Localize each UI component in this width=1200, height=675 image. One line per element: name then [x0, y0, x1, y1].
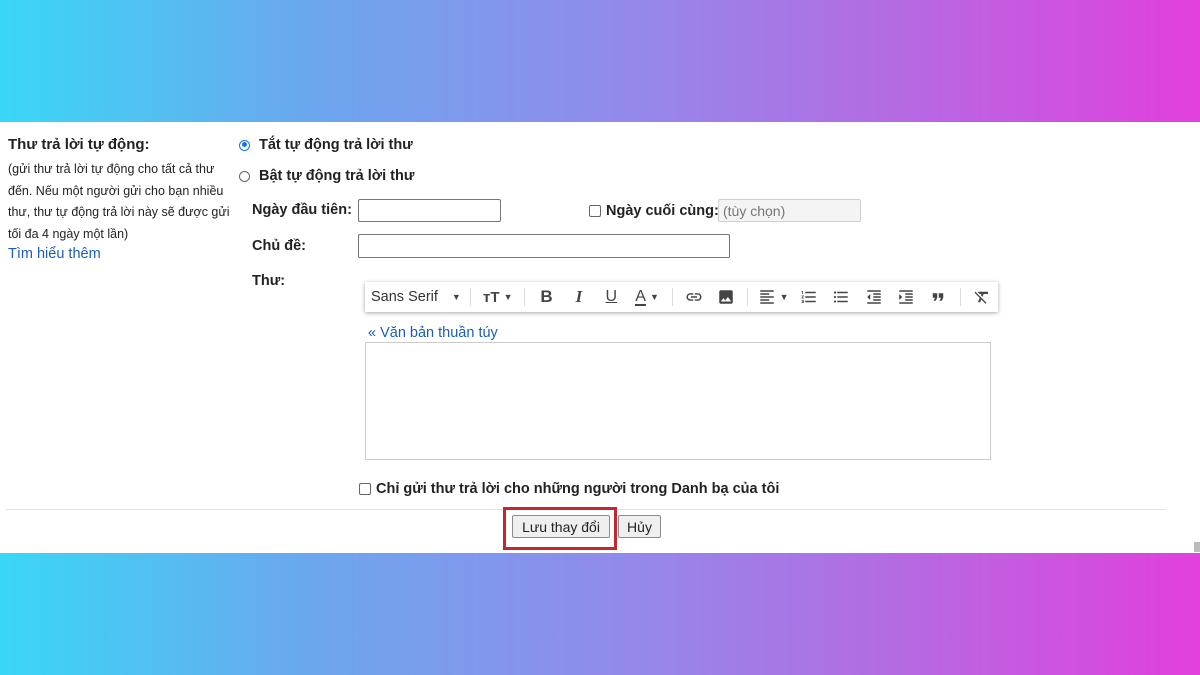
italic-button[interactable]: I — [563, 282, 595, 312]
chevron-down-icon: ▼ — [503, 292, 513, 302]
last-day-checkbox[interactable] — [589, 205, 601, 217]
top-gradient-band — [0, 0, 1200, 122]
auto-reply-on-label: Bật tự động trả lời thư — [259, 168, 415, 184]
toolbar-divider — [524, 288, 526, 306]
auto-reply-on-radio[interactable] — [239, 170, 250, 182]
subject-input[interactable] — [358, 234, 730, 258]
bold-button[interactable]: B — [530, 282, 562, 312]
remove-formatting-button[interactable] — [966, 282, 998, 312]
message-label: Thư: — [252, 273, 286, 289]
auto-reply-description: (gửi thư trả lời tự động cho tất cả thư … — [8, 162, 230, 241]
remove-formatting-icon — [974, 291, 988, 304]
toolbar-divider — [959, 288, 961, 306]
auto-reply-on-option[interactable]: Bật tự động trả lời thư — [239, 168, 414, 184]
last-day-label: Ngày cuối cùng: — [606, 203, 719, 219]
first-day-label: Ngày đầu tiên: — [252, 202, 352, 218]
align-button[interactable]: ▼ — [753, 282, 792, 312]
message-editor[interactable] — [365, 342, 991, 460]
text-color-button[interactable]: A ▼ — [627, 282, 666, 312]
quote-icon — [933, 293, 944, 301]
bulleted-list-button[interactable] — [825, 282, 857, 312]
chevron-down-icon: ▼ — [779, 292, 789, 302]
toolbar-divider — [747, 288, 749, 306]
chevron-down-icon: ▼ — [451, 292, 461, 302]
font-family-value: Sans Serif — [371, 289, 438, 305]
bottom-gradient-band — [0, 553, 1200, 675]
contacts-only-label: Chỉ gửi thư trả lời cho những người tron… — [376, 481, 780, 497]
save-changes-button[interactable]: Lưu thay đổi — [512, 515, 610, 538]
align-icon — [759, 290, 774, 304]
toolbar-divider — [470, 288, 472, 306]
font-size-button[interactable]: ᴛT ▼ — [476, 282, 519, 312]
learn-more-link[interactable]: Tìm hiểu thêm — [8, 246, 101, 262]
italic-icon: I — [575, 287, 583, 306]
image-icon — [719, 290, 734, 304]
indent-less-icon — [866, 290, 881, 304]
auto-reply-off-label: Tắt tự động trả lời thư — [259, 137, 413, 153]
insert-link-button[interactable] — [678, 282, 710, 312]
formatting-toolbar: Sans Serif ▼ ᴛT ▼ B I U A ▼ ▼ — [365, 282, 998, 312]
auto-reply-settings-panel: Thư trả lời tự động: (gửi thư trả lời tự… — [0, 122, 1200, 553]
text-color-icon: A — [635, 287, 646, 306]
bold-icon: B — [540, 287, 553, 306]
scrollbar-edge — [1194, 542, 1200, 552]
link-icon — [686, 293, 702, 301]
bulleted-list-icon — [834, 291, 848, 303]
underline-button[interactable]: U — [595, 282, 627, 312]
last-day-input[interactable] — [718, 199, 861, 222]
numbered-list-button[interactable] — [793, 282, 825, 312]
indent-more-icon — [899, 290, 913, 304]
insert-image-button[interactable] — [710, 282, 742, 312]
auto-reply-off-radio[interactable] — [239, 139, 250, 151]
plain-text-link[interactable]: « Văn bản thuần túy — [368, 325, 498, 341]
toolbar-divider — [671, 288, 673, 306]
underline-icon: U — [605, 288, 618, 305]
contacts-only-checkbox[interactable] — [359, 483, 371, 495]
chevron-down-icon: ▼ — [649, 292, 659, 302]
indent-more-button[interactable] — [890, 282, 922, 312]
auto-reply-title: Thư trả lời tự động: — [8, 136, 150, 153]
contacts-only-option[interactable]: Chỉ gửi thư trả lời cho những người tron… — [359, 481, 779, 497]
auto-reply-off-option[interactable]: Tắt tự động trả lời thư — [239, 137, 413, 153]
subject-label: Chủ đề: — [252, 238, 306, 254]
font-size-icon: ᴛT — [483, 288, 500, 306]
indent-less-button[interactable] — [857, 282, 889, 312]
first-day-input[interactable] — [358, 199, 501, 222]
numbered-list-icon — [801, 291, 816, 303]
cancel-button[interactable]: Hủy — [618, 515, 661, 538]
font-family-select[interactable]: Sans Serif ▼ — [365, 282, 465, 312]
quote-button[interactable] — [922, 282, 954, 312]
last-day-option[interactable]: Ngày cuối cùng: — [589, 203, 719, 219]
